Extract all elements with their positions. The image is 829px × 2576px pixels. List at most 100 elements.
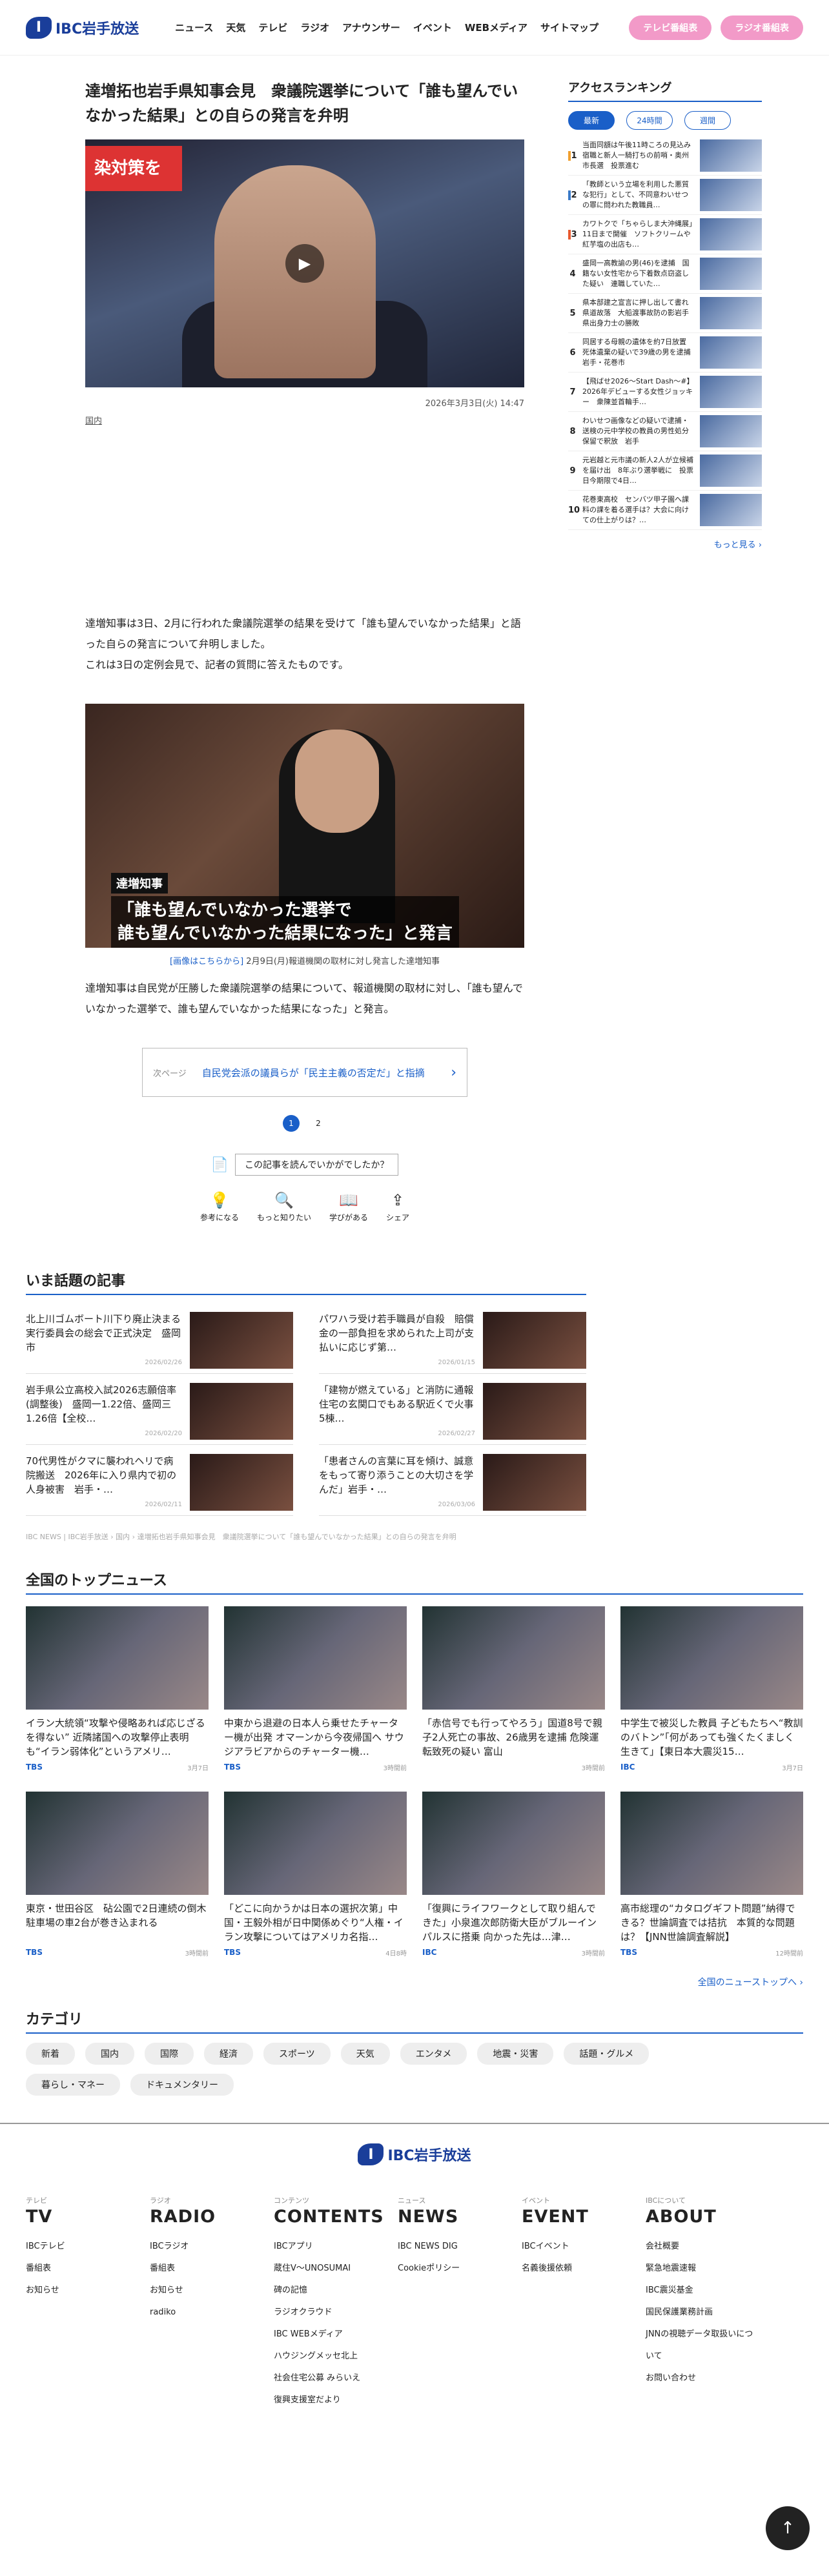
category-chip[interactable]: エンタメ — [400, 2043, 467, 2065]
category-chip[interactable]: 新着 — [26, 2043, 75, 2065]
share-button[interactable]: ⇪ シェア — [386, 1191, 409, 1223]
ranking-item[interactable]: 5 県本部建之宣言に押し出して書れ県道故落 大船渡事故防の影岩手県出身力士の勝敗 — [568, 294, 762, 333]
nav-webmedia[interactable]: WEBメディア — [465, 21, 527, 34]
ranking-item[interactable]: 7 【飛ばせ2026〜Start Dash〜#】2026年デビューする女性ジョッキ… — [568, 373, 762, 412]
tv-schedule-button[interactable]: テレビ番組表 — [629, 15, 712, 40]
top-news-card[interactable]: 「どこに向かうかは日本の選択次第」中国・王毅外相が日中関係めぐり“人権・イラン攻… — [224, 1792, 407, 1958]
footer-link[interactable]: 復興支援室だより — [274, 2389, 385, 2411]
article-video[interactable]: 染対策を ▶ — [85, 139, 524, 387]
trending-item[interactable]: 「患者さんの言葉に耳を傾け、誠意をもって寄り添うことの大切さを学んだ」岩手・… 2… — [319, 1445, 586, 1516]
nav-event[interactable]: イベント — [413, 21, 452, 34]
footer-link[interactable]: お問い合わせ — [646, 2367, 757, 2389]
top-news-card[interactable]: 「復興にライフワークとして取り組んできた」小泉進次郎防衛大臣がブルーインパルスに… — [422, 1792, 605, 1958]
footer-link[interactable]: お知らせ — [150, 2280, 261, 2302]
all-news-link[interactable]: 全国のニューストップへ › — [26, 1976, 803, 1988]
footer-link[interactable]: IBC NEWS DIG — [398, 2236, 509, 2258]
footer-link[interactable]: 碑の記憶 — [274, 2280, 385, 2302]
top-news-thumbnail — [26, 1792, 209, 1895]
footer-link[interactable]: お知らせ — [26, 2280, 137, 2302]
category-chip[interactable]: 地震・災害 — [477, 2043, 554, 2065]
footer-link[interactable]: 蔵住Ⅴ〜UNOSUMAI — [274, 2258, 385, 2280]
ibc-logo[interactable]: I IBC岩手放送 — [26, 16, 139, 39]
category-chip[interactable]: ドキュメンタリー — [130, 2074, 234, 2096]
footer-link[interactable]: 番組表 — [150, 2258, 261, 2280]
ranking-item-title: 【飛ばせ2026〜Start Dash〜#】2026年デビューする女性ジョッキー… — [582, 377, 694, 406]
footer-link[interactable]: IBC WEBメディア — [274, 2324, 385, 2346]
nav-tv[interactable]: テレビ — [258, 21, 287, 34]
footer-link[interactable]: 緊急地震速報 — [646, 2258, 757, 2280]
footer-link[interactable]: IBCイベント — [522, 2236, 633, 2258]
play-icon[interactable]: ▶ — [285, 244, 324, 283]
ranking-item[interactable]: 1 当面同額は午後11時ころの見込み 宿職と新人一騎打ちの前哨・奥州市長選 投票進… — [568, 136, 762, 176]
nav-weather[interactable]: 天気 — [226, 21, 245, 34]
category-chip[interactable]: 国際 — [145, 2043, 194, 2065]
category-chip[interactable]: 経済 — [204, 2043, 253, 2065]
top-news-title: 「復興にライフワークとして取り組んできた」小泉進次郎防衛大臣がブルーインパルスに… — [422, 1903, 597, 1943]
photo-link[interactable]: [画像はこちらから] — [170, 957, 243, 966]
pagination: 12 — [85, 1115, 524, 1132]
trending-item[interactable]: 北上川ゴムボート川下り廃止決まる 実行委員会の総会で正式決定 盛岡市 2026/0… — [26, 1303, 293, 1374]
back-to-top-button[interactable]: ↑ — [766, 2506, 810, 2550]
footer-link[interactable]: 番組表 — [26, 2258, 137, 2280]
ranking-item[interactable]: 8 わいせつ画像などの疑いで逮捕・送検の元中学校の教員の男性処分保留で釈放 岩手 — [568, 412, 762, 451]
footer-link[interactable]: 会社概要 — [646, 2236, 757, 2258]
ranking-item[interactable]: 10 花巻東高校 センバツ甲子園へ課料の課を着る選手は？大会に向けての仕上がりは？… — [568, 491, 762, 530]
article-category[interactable]: 国内 — [85, 414, 524, 426]
trending-item-date: 2026/03/06 — [438, 1501, 475, 1508]
tab-weekly[interactable]: 週間 — [684, 111, 731, 130]
top-news-card[interactable]: イラン大統領“攻撃や侵略あれば応じざるを得ない” 近隣諸国への攻撃停止表明も“イ… — [26, 1606, 209, 1772]
trending-item[interactable]: 岩手県公立高校入試2026志願倍率(調整後) 盛岡一1.22倍、盛岡三1.26倍… — [26, 1374, 293, 1445]
footer-link[interactable]: IBC震災基金 — [646, 2280, 757, 2302]
footer-link[interactable]: 名義後援依頼 — [522, 2258, 633, 2280]
footer-link[interactable]: 社会住宅公募 みらいえ — [274, 2367, 385, 2389]
page-1[interactable]: 1 — [283, 1115, 300, 1132]
ranking-item[interactable]: 3 カワトクで「ちゃらしま大沖縄展」11日まで開催 ソフトクリームや紅芋塩の出店も… — [568, 215, 762, 254]
category-chip[interactable]: 話題・グルメ — [564, 2043, 650, 2065]
top-news-card[interactable]: 中学生で被災した教員 子どもたちへ“教訓のバトン”「何があっても強くたくましく生… — [620, 1606, 803, 1772]
category-chip[interactable]: 暮らし・マネー — [26, 2074, 120, 2096]
footer-link[interactable]: ラジオクラウド — [274, 2302, 385, 2324]
trending-item-title: 「患者さんの言葉に耳を傾け、誠意をもって寄り添うことの大切さを学んだ」岩手・… — [319, 1455, 474, 1495]
top-news-thumbnail — [422, 1792, 605, 1895]
top-news-card[interactable]: 「赤信号でも行ってやろう」国道8号で親子2人死亡の事故、26歳男を逮捕 危険運転… — [422, 1606, 605, 1772]
footer-link[interactable]: 国民保護業務計画 — [646, 2302, 757, 2324]
trending-item[interactable]: 「建物が燃えている」と消防に通報 住宅の玄関口でもある駅近くで火事 5棟… 202… — [319, 1374, 586, 1445]
top-news-card[interactable]: 中東から退避の日本人ら乗せたチャーター機が出発 オマーンから今夜帰国へ サウジア… — [224, 1606, 407, 1772]
next-page-link[interactable]: 次ページ 自民党会派の議員らが「民主主義の否定だ」と指摘 › — [142, 1048, 467, 1097]
news-time: 12時間前 — [775, 1950, 803, 1958]
news-time: 4日8時 — [385, 1950, 407, 1958]
want-more-button[interactable]: 🔍 もっと知りたい — [257, 1191, 311, 1223]
ranking-item[interactable]: 4 盛岡一高教諭の男(46)を逮捕 国籍ない女性宅から下着数点窃盗した疑い 連職し… — [568, 254, 762, 294]
tab-24h[interactable]: 24時間 — [626, 111, 673, 130]
news-source: TBS — [620, 1948, 637, 1957]
ranking-item[interactable]: 6 同居する母親の遺体を約7日放置 死体遺棄の疑いで39歳の男を逮捕 岩手・花巻市 — [568, 333, 762, 373]
learned-button[interactable]: 📖 学びがある — [329, 1191, 368, 1223]
nav-news[interactable]: ニュース — [175, 21, 213, 34]
ranking-item[interactable]: 2 「教師という立場を利用した悪質な犯行」として、不同意わいせつの罪に問われた教職… — [568, 176, 762, 215]
trending-item[interactable]: パワハラ受け若手職員が自殺 賠償金の一部負担を求められた上司が支払いに応じず第…… — [319, 1303, 586, 1374]
ranking-thumbnail — [700, 179, 762, 211]
ranking-more-link[interactable]: もっと見る › — [568, 538, 762, 550]
category-chip[interactable]: 天気 — [340, 2043, 390, 2065]
footer-link[interactable]: JNNの視聴データ取扱いについて — [646, 2324, 757, 2367]
ranking-item[interactable]: 9 元岩越と元市議の新人2人が立候補を届け出 8年ぶり選挙戦に 投票日今期限で4日… — [568, 451, 762, 491]
top-news-card[interactable]: 東京・世田谷区 砧公園で2日連続の倒木 駐車場の車2台が巻き込まれる TBS 3時間… — [26, 1792, 209, 1958]
nav-announcer[interactable]: アナウンサー — [342, 21, 400, 34]
top-news-card[interactable]: 高市総理の“カタログギフト問題”納得できる？世論調査では拮抗 本質的な問題は？【… — [620, 1792, 803, 1958]
nav-radio[interactable]: ラジオ — [300, 21, 329, 34]
footer-link[interactable]: radiko — [150, 2302, 261, 2324]
category-chip[interactable]: 国内 — [85, 2043, 134, 2065]
radio-schedule-button[interactable]: ラジオ番組表 — [721, 15, 803, 40]
category-chip[interactable]: スポーツ — [263, 2043, 331, 2065]
footer-link[interactable]: IBCテレビ — [26, 2236, 137, 2258]
footer-link[interactable]: Cookieポリシー — [398, 2258, 509, 2280]
footer-link[interactable]: IBCラジオ — [150, 2236, 261, 2258]
footer-logo[interactable]: I IBC岩手放送 — [358, 2143, 471, 2165]
footer-link[interactable]: IBCアプリ — [274, 2236, 385, 2258]
useful-button[interactable]: 💡 参考になる — [200, 1191, 239, 1223]
tab-latest[interactable]: 最新 — [568, 111, 615, 130]
nav-sitemap[interactable]: サイトマップ — [540, 21, 599, 34]
page-2[interactable]: 2 — [310, 1115, 327, 1132]
footer-link[interactable]: ハウジングメッセ北上 — [274, 2346, 385, 2367]
trending-item[interactable]: 70代男性がクマに襲われヘリで病院搬送 2026年に入り県内で初の人身被害 岩手… — [26, 1445, 293, 1516]
